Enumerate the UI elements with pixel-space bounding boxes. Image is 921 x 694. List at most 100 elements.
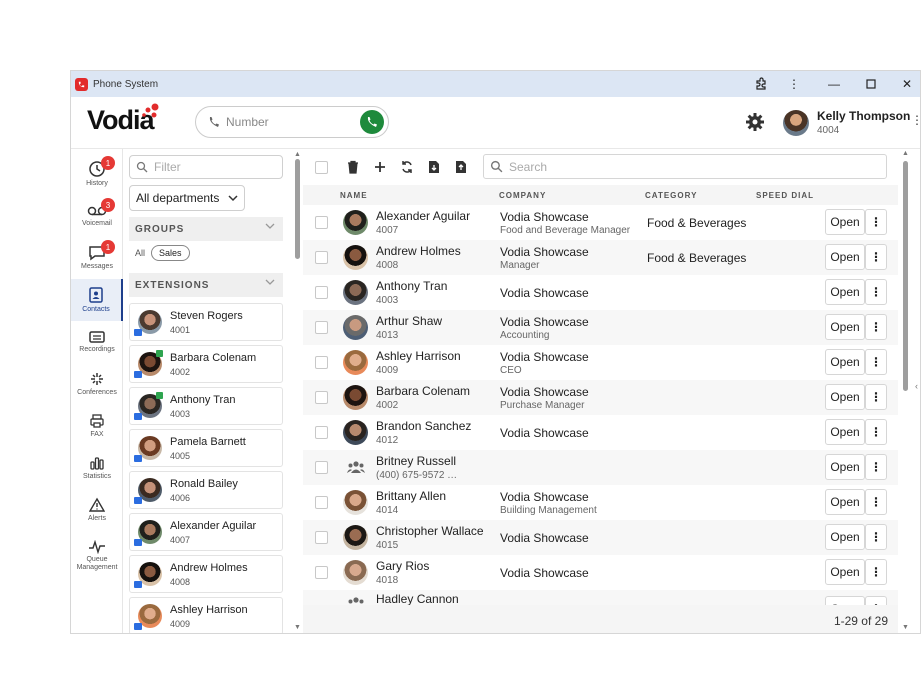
- scroll-up-arrow-icon[interactable]: ▲: [902, 150, 909, 157]
- extension-card[interactable]: Andrew Holmes 4008: [129, 555, 283, 593]
- nav-item-history[interactable]: History 1: [71, 153, 123, 195]
- column-name[interactable]: NAME: [340, 191, 368, 200]
- extension-card[interactable]: Barbara Colenam 4002: [129, 345, 283, 383]
- row-menu-icon[interactable]: ⋮: [865, 489, 887, 515]
- number-input[interactable]: Number: [195, 106, 389, 138]
- user-menu-icon[interactable]: ⋮: [911, 113, 920, 127]
- select-all-checkbox[interactable]: [311, 157, 331, 177]
- collapse-panel-icon[interactable]: ‹: [915, 381, 918, 391]
- close-button[interactable]: ✕: [889, 71, 920, 97]
- row-menu-icon[interactable]: ⋮: [865, 559, 887, 585]
- settings-gear-icon[interactable]: [745, 112, 765, 132]
- maximize-button[interactable]: [853, 71, 889, 97]
- column-speed-dial[interactable]: SPEED DIAL: [756, 191, 814, 200]
- user-name[interactable]: Kelly Thompson: [817, 109, 910, 123]
- chip-sales[interactable]: Sales: [151, 245, 190, 261]
- open-button[interactable]: Open: [825, 596, 865, 605]
- row-menu-icon[interactable]: ⋮: [865, 419, 887, 445]
- extension-card[interactable]: Steven Rogers 4001: [129, 303, 283, 341]
- search-input[interactable]: Search: [483, 154, 887, 179]
- scroll-down-arrow-icon[interactable]: ▼: [902, 624, 909, 631]
- row-checkbox[interactable]: [315, 426, 328, 439]
- table-row[interactable]: Brandon Sanchez 4012 Vodia Showcase Open…: [303, 415, 898, 450]
- open-button[interactable]: Open: [825, 209, 865, 235]
- table-row[interactable]: Brittany Allen 4014 Vodia Showcase Build…: [303, 485, 898, 520]
- row-checkbox[interactable]: [315, 391, 328, 404]
- nav-item-messages[interactable]: Messages 1: [71, 237, 123, 279]
- open-button[interactable]: Open: [825, 279, 865, 305]
- nav-item-fax[interactable]: FAX: [71, 405, 123, 447]
- window-menu-icon[interactable]: ⋮: [776, 71, 812, 97]
- extension-card[interactable]: Pamela Barnett 4005: [129, 429, 283, 467]
- row-checkbox[interactable]: [315, 321, 328, 334]
- scroll-down-arrow-icon[interactable]: ▼: [294, 624, 301, 631]
- filter-input[interactable]: Filter: [129, 155, 283, 179]
- column-category[interactable]: CATEGORY: [645, 191, 697, 200]
- delete-button[interactable]: [343, 157, 363, 177]
- extensions-header[interactable]: EXTENSIONS: [129, 273, 283, 297]
- add-contact-button[interactable]: [370, 157, 390, 177]
- extension-card[interactable]: Ronald Bailey 4006: [129, 471, 283, 509]
- open-button[interactable]: Open: [825, 419, 865, 445]
- open-button[interactable]: Open: [825, 314, 865, 340]
- nav-item-recordings[interactable]: Recordings: [71, 321, 123, 363]
- nav-item-voicemail[interactable]: Voicemail 3: [71, 195, 123, 237]
- open-button[interactable]: Open: [825, 489, 865, 515]
- nav-item-contacts[interactable]: Contacts: [71, 279, 123, 321]
- row-checkbox[interactable]: [315, 531, 328, 544]
- open-button[interactable]: Open: [825, 244, 865, 270]
- row-menu-icon[interactable]: ⋮: [865, 596, 887, 605]
- open-button[interactable]: Open: [825, 349, 865, 375]
- nav-item-queue-management[interactable]: Queue Management: [71, 533, 123, 579]
- table-row[interactable]: Gary Rios 4018 Vodia Showcase Open ⋮: [303, 555, 898, 590]
- extension-card[interactable]: Ashley Harrison 4009: [129, 597, 283, 633]
- row-menu-icon[interactable]: ⋮: [865, 454, 887, 480]
- nav-item-conferences[interactable]: Conferences: [71, 363, 123, 405]
- open-button[interactable]: Open: [825, 384, 865, 410]
- groups-header[interactable]: GROUPS: [129, 217, 283, 241]
- extension-card[interactable]: Alexander Aguilar 4007: [129, 513, 283, 551]
- minimize-button[interactable]: —: [816, 71, 852, 97]
- nav-item-alerts[interactable]: Alerts: [71, 489, 123, 531]
- table-row[interactable]: Ashley Harrison 4009 Vodia Showcase CEO …: [303, 345, 898, 380]
- row-checkbox[interactable]: [315, 566, 328, 579]
- main-scrollbar[interactable]: [903, 161, 908, 391]
- row-checkbox[interactable]: [315, 216, 328, 229]
- open-button[interactable]: Open: [825, 454, 865, 480]
- sidebar-scrollbar[interactable]: [295, 159, 300, 259]
- table-row[interactable]: Arthur Shaw 4013 Vodia Showcase Accounti…: [303, 310, 898, 345]
- import-button[interactable]: [424, 157, 444, 177]
- column-company[interactable]: COMPANY: [499, 191, 546, 200]
- department-select[interactable]: All departments: [129, 185, 245, 211]
- row-checkbox[interactable]: [315, 286, 328, 299]
- row-checkbox[interactable]: [315, 251, 328, 264]
- open-button[interactable]: Open: [825, 559, 865, 585]
- row-menu-icon[interactable]: ⋮: [865, 384, 887, 410]
- table-row[interactable]: Hadley Cannon Open ⋮: [303, 590, 898, 605]
- open-button[interactable]: Open: [825, 524, 865, 550]
- row-menu-icon[interactable]: ⋮: [865, 314, 887, 340]
- extension-icon[interactable]: [743, 71, 779, 97]
- table-row[interactable]: Andrew Holmes 4008 Vodia Showcase Manage…: [303, 240, 898, 275]
- row-menu-icon[interactable]: ⋮: [865, 349, 887, 375]
- refresh-button[interactable]: [397, 157, 417, 177]
- export-button[interactable]: [451, 157, 471, 177]
- extension-card[interactable]: Anthony Tran 4003: [129, 387, 283, 425]
- chip-all[interactable]: All: [135, 248, 145, 258]
- nav-item-statistics[interactable]: Statistics: [71, 447, 123, 489]
- user-avatar[interactable]: [783, 110, 809, 136]
- table-row[interactable]: Christopher Wallace 4015 Vodia Showcase …: [303, 520, 898, 555]
- call-button[interactable]: [360, 110, 384, 134]
- scroll-up-arrow-icon[interactable]: ▲: [294, 151, 301, 158]
- row-checkbox[interactable]: [315, 496, 328, 509]
- row-checkbox[interactable]: [315, 461, 328, 474]
- row-checkbox[interactable]: [315, 356, 328, 369]
- table-row[interactable]: Alexander Aguilar 4007 Vodia Showcase Fo…: [303, 205, 898, 240]
- table-row[interactable]: Barbara Colenam 4002 Vodia Showcase Purc…: [303, 380, 898, 415]
- table-row[interactable]: Britney Russell (400) 675-9572 … Open ⋮: [303, 450, 898, 485]
- table-row[interactable]: Anthony Tran 4003 Vodia Showcase Open ⋮: [303, 275, 898, 310]
- row-menu-icon[interactable]: ⋮: [865, 209, 887, 235]
- row-menu-icon[interactable]: ⋮: [865, 244, 887, 270]
- row-menu-icon[interactable]: ⋮: [865, 279, 887, 305]
- row-menu-icon[interactable]: ⋮: [865, 524, 887, 550]
